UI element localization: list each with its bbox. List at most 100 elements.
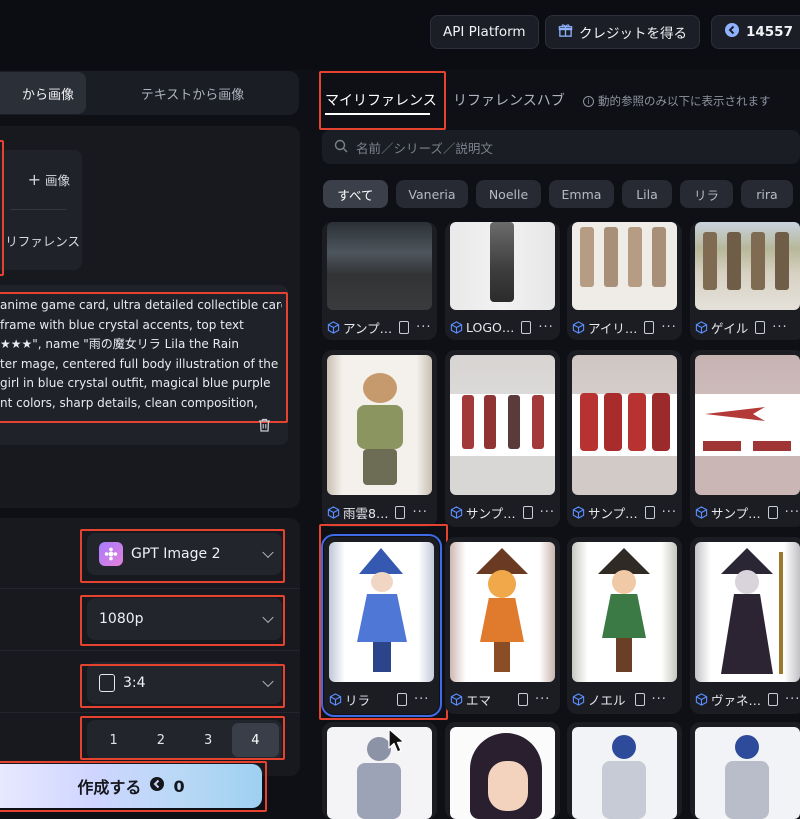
file-icon[interactable] (521, 320, 532, 334)
cube-icon (450, 505, 463, 519)
model-select[interactable]: GPT Image 2 (87, 533, 282, 575)
reference-card[interactable]: ヴァネ… ··· (690, 537, 800, 714)
reference-thumbnail (695, 727, 800, 819)
reference-card[interactable]: LOGO… ··· (445, 222, 560, 340)
reference-card[interactable]: ゲイル ··· (690, 222, 800, 340)
trash-icon[interactable] (258, 418, 271, 436)
reference-card[interactable] (445, 722, 560, 819)
filter-chip-rira[interactable]: rira (741, 180, 793, 208)
reference-card[interactable] (567, 722, 682, 819)
tab-text-to-image[interactable]: テキストから画像 (86, 72, 299, 114)
reference-card[interactable]: サンプ… ··· (445, 350, 560, 527)
credit-coin-icon (724, 22, 740, 42)
cube-icon (572, 320, 585, 334)
info-icon: i (583, 95, 594, 107)
filter-chip-vaneria[interactable]: Vaneria (396, 180, 468, 208)
more-icon[interactable]: ··· (785, 692, 800, 707)
count-option-2[interactable]: 2 (137, 723, 184, 757)
reference-card[interactable]: ノエル ··· (567, 537, 682, 714)
create-cost: 0 (173, 776, 185, 796)
file-icon[interactable] (395, 505, 406, 519)
reference-thumbnail (327, 355, 432, 495)
reference-card[interactable]: サンプ… ··· (567, 350, 682, 527)
reference-search[interactable]: 名前／シリーズ／説明文 (322, 130, 800, 164)
filter-chip-rira-jp[interactable]: リラ (680, 180, 733, 208)
reference-thumbnail (572, 222, 677, 310)
cube-icon (695, 320, 708, 334)
count-option-3[interactable]: 3 (185, 723, 232, 757)
file-icon[interactable] (522, 505, 533, 519)
file-icon[interactable] (644, 320, 655, 334)
tab-reference-hub[interactable]: リファレンスハブ (453, 90, 565, 110)
more-icon[interactable]: ··· (535, 692, 550, 707)
more-icon[interactable]: ··· (662, 505, 677, 520)
aspect-ratio-select[interactable]: 3:4 (87, 662, 282, 704)
credit-balance-button[interactable]: 14557 | (711, 15, 800, 49)
model-logo-icon (99, 542, 123, 566)
reference-name: サンプ… (466, 505, 516, 521)
reference-card-selected[interactable]: リラ ··· (321, 534, 442, 717)
create-button[interactable]: 作成する 0 (0, 764, 262, 808)
filter-chip-emma[interactable]: Emma (549, 180, 614, 208)
file-icon[interactable] (644, 505, 655, 519)
more-icon[interactable]: ··· (661, 320, 676, 335)
add-image-button[interactable]: + 画像 (0, 168, 82, 190)
reference-thumbnail (327, 727, 432, 819)
reference-card[interactable]: アイリ… ··· (567, 222, 682, 340)
divider (0, 712, 300, 713)
reference-card[interactable]: 雨雲8… ··· (322, 350, 437, 527)
reference-card-footer: ゲイル ··· (695, 316, 800, 338)
prompt-line-6: nt colors, sharp details, clean composit… (0, 395, 258, 410)
more-icon[interactable]: ··· (785, 505, 800, 520)
reference-card[interactable] (690, 722, 800, 819)
chevron-down-icon (262, 675, 274, 688)
reference-card[interactable]: アンプ… ··· (322, 222, 437, 340)
tab-image-to-image[interactable]: から画像 (0, 72, 86, 114)
search-placeholder: 名前／シリーズ／説明文 (356, 140, 493, 156)
create-button-label: 作成する (77, 778, 142, 797)
file-icon[interactable] (634, 692, 645, 706)
reference-card-footer: アンプ… ··· (327, 316, 437, 338)
credit-balance-value: 14557 (746, 24, 793, 40)
reference-card[interactable]: エマ ··· (445, 537, 560, 714)
divider (0, 650, 300, 651)
count-option-4[interactable]: 4 (231, 723, 279, 757)
file-icon[interactable] (518, 692, 529, 706)
tab-my-references[interactable]: マイリファレンス (325, 90, 437, 110)
prompt-line-2: frame with blue crystal accents, top tex… (0, 317, 244, 332)
reference-card[interactable]: サンプ… ··· (690, 350, 800, 527)
more-icon[interactable]: ··· (772, 320, 787, 335)
reference-card-footer: ノエル ··· (572, 688, 682, 710)
prompt-line-4: ter mage, centered full body illustratio… (0, 356, 279, 371)
get-credits-button[interactable]: クレジットを得る (545, 15, 700, 49)
aspect-ratio-icon (99, 674, 115, 692)
count-option-1[interactable]: 1 (90, 723, 137, 757)
dynamic-reference-notice: i 動的参照のみ以下に表示されます (583, 93, 771, 109)
tab-text-to-image-label: テキストから画像 (140, 87, 245, 103)
reference-card-footer: ヴァネ… ··· (695, 688, 800, 710)
filter-chip-lila[interactable]: Lila (622, 180, 672, 208)
file-icon[interactable] (397, 692, 408, 706)
active-tab-underline (325, 113, 430, 115)
model-select-value: GPT Image 2 (131, 546, 221, 562)
reference-name: アンプ… (343, 320, 393, 336)
filter-chip-all[interactable]: すべて (323, 180, 388, 208)
file-icon[interactable] (399, 320, 410, 334)
api-platform-button[interactable]: API Platform (430, 15, 539, 49)
resolution-select[interactable]: 1080p (87, 598, 282, 640)
file-icon[interactable] (767, 505, 778, 519)
file-icon[interactable] (768, 692, 778, 706)
prompt-textarea[interactable]: anime game card, ultra detailed collecti… (0, 296, 282, 413)
more-icon[interactable]: ··· (416, 320, 431, 335)
reference-card-footer: LOGO… ··· (450, 316, 560, 338)
add-reference-button[interactable]: リファレンス (0, 229, 82, 251)
more-icon[interactable]: ··· (538, 320, 553, 335)
more-icon[interactable]: ··· (652, 692, 667, 707)
cube-icon (327, 505, 340, 519)
more-icon[interactable]: ··· (412, 505, 427, 520)
reference-card[interactable] (322, 722, 437, 819)
filter-chip-noelle[interactable]: Noelle (476, 180, 541, 208)
more-icon[interactable]: ··· (540, 505, 555, 520)
file-icon[interactable] (755, 320, 766, 334)
more-icon[interactable]: ··· (414, 692, 429, 707)
